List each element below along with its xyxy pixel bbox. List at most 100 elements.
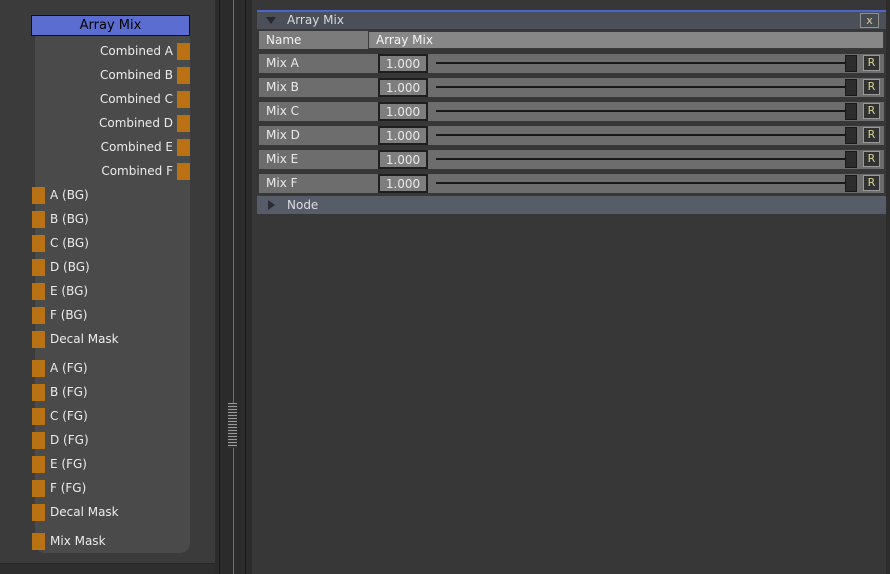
reset-button[interactable]: R <box>863 103 880 119</box>
output-port-label: Combined A <box>100 44 173 58</box>
reset-button[interactable]: R <box>863 79 880 95</box>
output-port-icon[interactable] <box>177 115 190 132</box>
output-port-label: Combined B <box>100 68 173 82</box>
input-port-label: D (BG) <box>50 260 90 274</box>
node-title-bar[interactable]: Array Mix <box>31 15 190 36</box>
slider-label: Mix B <box>266 78 299 97</box>
reset-button[interactable]: R <box>863 175 880 191</box>
input-port-label: Decal Mask <box>50 505 119 519</box>
port-row: F (FG) <box>35 476 190 500</box>
input-port-icon[interactable] <box>32 307 45 324</box>
input-port-icon[interactable] <box>32 408 45 425</box>
mix-a-value-input[interactable] <box>378 54 428 73</box>
mix-c-value-input[interactable] <box>378 102 428 121</box>
reset-button[interactable]: R <box>863 127 880 143</box>
port-row: Combined F <box>35 159 190 183</box>
expand-arrow-icon <box>268 200 275 210</box>
collapse-arrow-icon <box>266 17 276 24</box>
output-port-icon[interactable] <box>177 43 190 60</box>
panel-right-edge <box>886 0 890 574</box>
node-body[interactable]: Combined A Combined B Combined C Combine… <box>35 36 190 553</box>
slider-track[interactable] <box>436 110 846 112</box>
slider-handle[interactable] <box>845 151 857 168</box>
slider-row-mix-b: Mix B R <box>259 78 884 97</box>
close-button[interactable]: x <box>860 13 879 28</box>
slider-row-mix-e: Mix E R <box>259 150 884 169</box>
port-row: E (BG) <box>35 279 190 303</box>
slider-track[interactable] <box>436 182 846 184</box>
mix-d-value-input[interactable] <box>378 126 428 145</box>
input-port-icon[interactable] <box>32 211 45 228</box>
input-port-icon[interactable] <box>32 235 45 252</box>
slider-handle[interactable] <box>845 55 857 72</box>
slider-handle[interactable] <box>845 175 857 192</box>
slider-track[interactable] <box>436 86 846 88</box>
slider-track[interactable] <box>436 62 846 64</box>
slider-track[interactable] <box>436 158 846 160</box>
mix-f-value-input[interactable] <box>378 174 428 193</box>
slider-handle[interactable] <box>845 127 857 144</box>
splitter-line <box>233 0 234 574</box>
output-port-label: Combined F <box>101 164 173 178</box>
output-port-label: Combined C <box>100 92 173 106</box>
port-row: D (FG) <box>35 428 190 452</box>
mix-e-value-input[interactable] <box>378 150 428 169</box>
slider-row-mix-a: Mix A R <box>259 54 884 73</box>
slider-handle[interactable] <box>845 103 857 120</box>
input-port-icon[interactable] <box>32 456 45 473</box>
slider-handle[interactable] <box>845 79 857 96</box>
port-row: E (FG) <box>35 452 190 476</box>
splitter-grip-icon[interactable] <box>228 403 237 448</box>
slider-label: Mix E <box>266 150 298 169</box>
input-port-label: C (BG) <box>50 236 89 250</box>
slider-label: Mix A <box>266 54 299 73</box>
pane-splitter <box>215 0 252 574</box>
slider-row-mix-c: Mix C R <box>259 102 884 121</box>
mix-b-value-input[interactable] <box>378 78 428 97</box>
section-header-node[interactable]: Node <box>257 196 886 214</box>
input-port-icon[interactable] <box>32 187 45 204</box>
port-row: B (FG) <box>35 380 190 404</box>
name-input[interactable] <box>368 31 884 49</box>
node-graph-canvas[interactable]: Array Mix Combined A Combined B Combined… <box>0 0 215 574</box>
slider-label: Mix D <box>266 126 300 145</box>
input-port-icon[interactable] <box>32 533 45 550</box>
output-port-icon[interactable] <box>177 139 190 156</box>
input-port-label: B (FG) <box>50 385 88 399</box>
input-port-icon[interactable] <box>32 259 45 276</box>
splitter-line <box>245 0 246 574</box>
port-row: F (BG) <box>35 303 190 327</box>
reset-button[interactable]: R <box>863 55 880 71</box>
input-port-icon[interactable] <box>32 480 45 497</box>
port-row: Decal Mask <box>35 327 190 351</box>
input-port-icon[interactable] <box>32 283 45 300</box>
slider-label: Mix F <box>266 174 298 193</box>
input-port-label: Decal Mask <box>50 332 119 346</box>
port-row: Decal Mask <box>35 500 190 524</box>
port-row: Mix Mask <box>35 529 190 553</box>
output-port-icon[interactable] <box>177 163 190 180</box>
input-port-icon[interactable] <box>32 360 45 377</box>
slider-row-mix-f: Mix F R <box>259 174 884 193</box>
panel-header-array-mix[interactable]: Array Mix x <box>257 12 886 29</box>
input-port-label: C (FG) <box>50 409 88 423</box>
input-port-icon[interactable] <box>32 432 45 449</box>
output-port-icon[interactable] <box>177 67 190 84</box>
port-row: Combined E <box>35 135 190 159</box>
port-row: Combined D <box>35 111 190 135</box>
reset-button[interactable]: R <box>863 151 880 167</box>
port-row: A (BG) <box>35 183 190 207</box>
port-row: D (BG) <box>35 255 190 279</box>
output-port-label: Combined D <box>99 116 173 130</box>
input-port-icon[interactable] <box>32 331 45 348</box>
input-port-label: B (BG) <box>50 212 89 226</box>
input-port-icon[interactable] <box>32 384 45 401</box>
output-port-icon[interactable] <box>177 91 190 108</box>
port-row: A (FG) <box>35 356 190 380</box>
input-port-icon[interactable] <box>32 504 45 521</box>
input-port-label: D (FG) <box>50 433 89 447</box>
port-row: Combined B <box>35 63 190 87</box>
input-port-label: E (BG) <box>50 284 88 298</box>
input-port-label: F (FG) <box>50 481 86 495</box>
slider-track[interactable] <box>436 134 846 136</box>
